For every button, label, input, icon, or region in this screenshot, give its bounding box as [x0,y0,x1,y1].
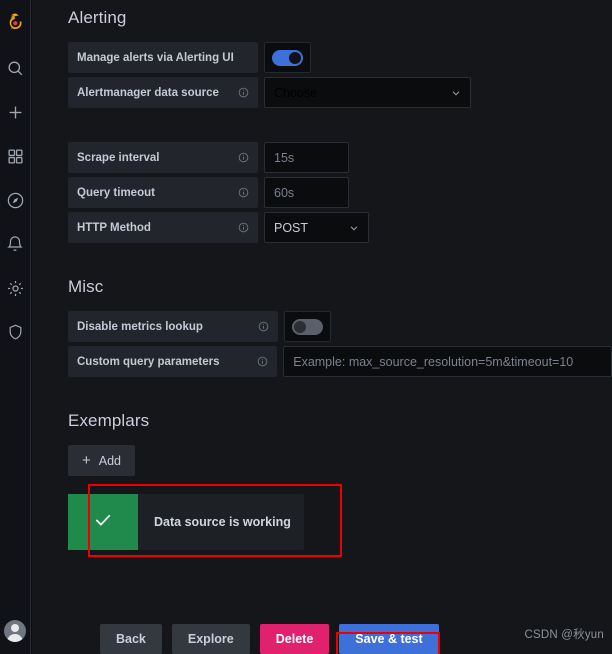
grid-icon [7,148,24,165]
field-query-timeout: Query timeout 60s [68,177,612,208]
scrape-interval-label: Scrape interval [68,142,258,173]
http-method-select[interactable]: POST [264,212,369,243]
scrape-interval-placeholder: 15s [274,150,295,165]
sidebar-item-search[interactable] [0,46,31,90]
info-icon[interactable] [238,87,249,98]
footer-button-row: Back Explore Delete Save & test [100,624,441,654]
field-http-method: HTTP Method POST [68,212,612,243]
watermark-text: CSDN @秋yun [524,629,604,641]
section-alerting: Alerting Manage alerts via Alerting UI A [68,8,612,108]
grafana-logo-icon [5,12,26,34]
bell-icon [6,235,24,253]
left-navigation-sidebar [0,0,31,654]
disable-metrics-lookup-toggle[interactable] [284,311,331,342]
disable-metrics-lookup-label: Disable metrics lookup [68,311,278,342]
explore-button[interactable]: Explore [171,624,250,654]
field-alertmanager-datasource: Alertmanager data source Choose [68,77,612,108]
delete-button[interactable]: Delete [259,624,330,654]
query-timeout-label-text: Query timeout [77,186,155,199]
manage-alerts-label: Manage alerts via Alerting UI [68,42,258,73]
manage-alerts-switch[interactable] [272,49,303,66]
info-icon[interactable] [238,152,249,163]
disable-metrics-lookup-label-text: Disable metrics lookup [77,320,203,333]
field-disable-metrics-lookup: Disable metrics lookup [68,311,612,342]
misc-section-title: Misc [68,277,104,296]
test-result-zone: Data source is working [68,484,612,557]
sidebar-item-alerting[interactable] [0,222,31,266]
settings-scroll-pane: Alerting Manage alerts via Alerting UI A [32,0,612,654]
datasource-settings-content: Alerting Manage alerts via Alerting UI A [32,0,612,654]
save-and-test-button[interactable]: Save & test [339,624,439,654]
exemplars-section-title: Exemplars [68,411,150,430]
toggle-knob [289,51,301,64]
custom-query-parameters-label: Custom query parameters [68,346,278,377]
section-query-settings: Scrape interval 15s Query timeout 60s HT… [68,142,612,243]
sidebar-item-dashboards[interactable] [0,134,31,178]
alertmanager-label-text: Alertmanager data source [77,86,219,99]
chevron-down-icon [348,222,360,234]
sidebar-item-explore[interactable] [0,178,31,222]
test-result-message: Data source is working [154,515,291,529]
custom-query-parameters-label-text: Custom query parameters [77,355,220,368]
shield-icon [7,323,24,341]
alertmanager-select[interactable]: Choose [264,77,471,108]
plus-icon: + [82,452,91,469]
chevron-down-icon [450,87,462,99]
section-misc: Misc Disable metrics lookup Custom query… [68,277,612,377]
info-icon[interactable] [258,321,269,332]
sidebar-item-grafana-logo[interactable] [0,0,31,46]
field-custom-query-parameters: Custom query parameters Example: max_sou… [68,346,612,377]
custom-query-parameters-input[interactable]: Example: max_source_resolution=5m&timeou… [283,346,612,377]
sidebar-item-configuration[interactable] [0,266,31,310]
info-icon[interactable] [238,187,249,198]
add-exemplar-button[interactable]: + Add [68,445,136,476]
check-icon [93,510,113,535]
add-exemplar-label: Add [98,453,122,468]
datasource-test-alert: Data source is working [68,494,304,550]
manage-alerts-label-text: Manage alerts via Alerting UI [77,51,234,64]
alertmanager-select-value: Choose [274,85,318,100]
alertmanager-label: Alertmanager data source [68,77,258,108]
sidebar-item-server-admin[interactable] [0,310,31,354]
disable-metrics-lookup-switch[interactable] [292,318,323,335]
scrape-interval-label-text: Scrape interval [77,151,160,164]
manage-alerts-toggle[interactable] [264,42,311,73]
http-method-value: POST [274,220,309,235]
alerting-section-title: Alerting [68,8,127,27]
save-and-test-wrapper: Save & test [336,624,441,654]
grafana-datasource-settings-page: Alerting Manage alerts via Alerting UI A [0,0,612,654]
sidebar-item-create[interactable] [0,90,31,134]
user-avatar[interactable] [4,620,26,642]
query-timeout-placeholder: 60s [274,185,295,200]
scrape-interval-input[interactable]: 15s [264,142,349,173]
query-timeout-label: Query timeout [68,177,258,208]
toggle-knob [294,320,306,333]
custom-query-parameters-placeholder: Example: max_source_resolution=5m&timeou… [293,354,574,369]
info-icon[interactable] [257,356,268,367]
query-timeout-input[interactable]: 60s [264,177,349,208]
info-icon[interactable] [238,222,249,233]
http-method-label-text: HTTP Method [77,221,151,234]
section-exemplars: Exemplars + Add [68,411,612,476]
gear-icon [6,279,25,298]
back-button[interactable]: Back [100,624,162,654]
field-scrape-interval: Scrape interval 15s [68,142,612,173]
http-method-label: HTTP Method [68,212,258,243]
success-check-badge [68,494,138,550]
plus-icon [6,103,25,122]
compass-icon [6,191,25,210]
search-icon [6,59,25,78]
field-manage-alerts: Manage alerts via Alerting UI [68,42,612,73]
